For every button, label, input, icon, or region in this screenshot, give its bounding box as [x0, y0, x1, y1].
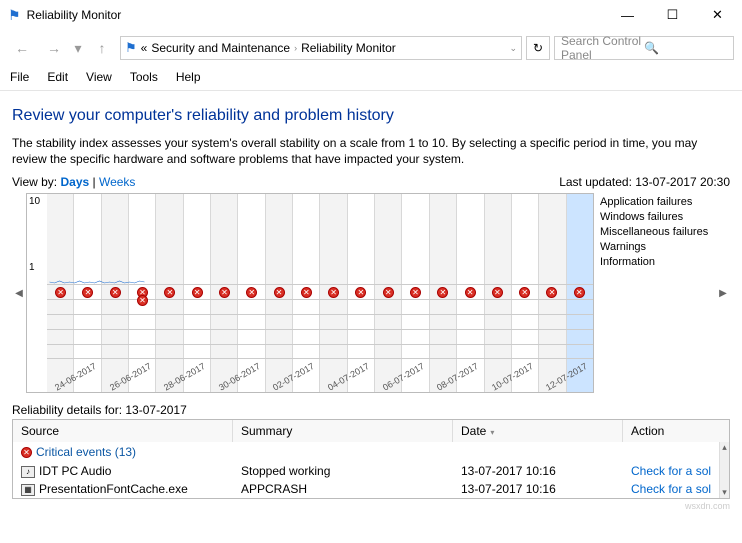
row-action-link[interactable]: Check for a sol: [623, 462, 719, 480]
details-header: Reliability details for: 13-07-2017: [12, 403, 730, 417]
title-bar: ⚑ Reliability Monitor — ☐ ✕: [0, 0, 742, 30]
chart-scroll-right[interactable]: ▶: [716, 193, 730, 393]
error-icon: ✕: [110, 287, 121, 298]
col-source[interactable]: Source: [13, 420, 233, 442]
error-icon: ✕: [246, 287, 257, 298]
details-table: Source Summary Date▾ Action ✕ Critical e…: [12, 419, 730, 499]
breadcrumb-root[interactable]: «: [141, 41, 148, 55]
history-dropdown[interactable]: ▾: [72, 34, 84, 62]
error-icon: ✕: [219, 287, 230, 298]
error-icon: ✕: [82, 287, 93, 298]
row-source: IDT PC Audio: [39, 464, 111, 478]
menu-bar: File Edit View Tools Help: [0, 66, 742, 91]
window-controls: — ☐ ✕: [605, 0, 740, 30]
view-row: View by: Days | Weeks Last updated: 13-0…: [12, 175, 730, 189]
search-placeholder: Search Control Panel: [561, 34, 644, 62]
error-icon: ✕: [274, 287, 285, 298]
error-icon: ✕: [383, 287, 394, 298]
app-icon: ⚑: [8, 7, 21, 24]
menu-file[interactable]: File: [10, 70, 29, 84]
chart-scroll-left[interactable]: ◀: [12, 193, 26, 393]
error-icon: ✕: [192, 287, 203, 298]
error-icon: ✕: [301, 287, 312, 298]
legend-misc-failures: Miscellaneous failures: [600, 225, 716, 240]
y-axis: 10 1: [29, 196, 40, 207]
row-summary: Stopped working: [233, 462, 453, 480]
row-date: 13-07-2017 10:16: [453, 480, 623, 498]
table-header: Source Summary Date▾ Action: [13, 420, 729, 442]
flag-icon: ⚑: [125, 40, 137, 56]
error-icon: ✕: [328, 287, 339, 298]
view-weeks-link[interactable]: Weeks: [99, 175, 135, 189]
app-file-icon: ♪: [21, 466, 35, 478]
error-icon: ✕: [519, 287, 530, 298]
sort-indicator: ▾: [490, 428, 494, 437]
menu-edit[interactable]: Edit: [47, 70, 68, 84]
table-scrollbar[interactable]: ▴▾: [719, 442, 729, 498]
error-icon: ✕: [164, 287, 175, 298]
group-critical-events[interactable]: ✕ Critical events (13): [13, 442, 719, 462]
window-title: Reliability Monitor: [27, 8, 605, 22]
minimize-button[interactable]: —: [605, 0, 650, 30]
refresh-button[interactable]: ↻: [526, 36, 550, 60]
reliability-chart[interactable]: 10 1 ✕✕✕✕✕✕✕✕✕✕✕✕✕✕✕✕✕✕✕✕✕ 24-06-201726-…: [26, 193, 594, 393]
legend-windows-failures: Windows failures: [600, 210, 716, 225]
row-date: 13-07-2017 10:16: [453, 462, 623, 480]
error-icon: ✕: [546, 287, 557, 298]
scroll-up-icon[interactable]: ▴: [722, 442, 727, 453]
row-source: PresentationFontCache.exe: [39, 482, 188, 496]
event-grid: ✕✕✕✕✕✕✕✕✕✕✕✕✕✕✕✕✕✕✕✕✕: [47, 284, 593, 359]
close-button[interactable]: ✕: [695, 0, 740, 30]
viewby-label: View by:: [12, 175, 57, 189]
nav-bar: ← → ▾ ↑ ⚑ « Security and Maintenance › R…: [0, 30, 742, 66]
row-action-link[interactable]: Check for a sol: [623, 480, 719, 498]
error-icon: ✕: [574, 287, 585, 298]
menu-help[interactable]: Help: [176, 70, 201, 84]
app-file-icon: ▦: [21, 484, 35, 496]
page-description: The stability index assesses your system…: [12, 135, 730, 167]
view-days-link[interactable]: Days: [60, 175, 89, 189]
col-date[interactable]: Date▾: [453, 420, 623, 442]
legend-warnings: Warnings: [600, 240, 716, 255]
breadcrumb-item-reliability[interactable]: Reliability Monitor: [301, 41, 396, 55]
forward-button[interactable]: →: [40, 34, 68, 62]
error-icon: ✕: [55, 287, 66, 298]
back-button[interactable]: ←: [8, 34, 36, 62]
error-icon: ✕: [21, 447, 32, 458]
search-icon[interactable]: 🔍: [644, 41, 727, 55]
menu-tools[interactable]: Tools: [130, 70, 158, 84]
search-input[interactable]: Search Control Panel 🔍: [554, 36, 734, 60]
maximize-button[interactable]: ☐: [650, 0, 695, 30]
scroll-down-icon[interactable]: ▾: [722, 487, 727, 498]
x-axis: 24-06-201726-06-201728-06-201730-06-2017…: [47, 380, 593, 390]
breadcrumb-item-security[interactable]: Security and Maintenance: [151, 41, 290, 55]
legend-information: Information: [600, 255, 716, 270]
last-updated: Last updated: 13-07-2017 20:30: [559, 175, 730, 189]
table-row[interactable]: ♪ IDT PC Audio Stopped working 13-07-2017…: [13, 462, 719, 480]
legend-app-failures: Application failures: [600, 195, 716, 210]
error-icon: ✕: [410, 287, 421, 298]
page-heading: Review your computer's reliability and p…: [12, 107, 730, 125]
breadcrumb[interactable]: ⚑ « Security and Maintenance › Reliabili…: [120, 36, 522, 60]
up-button[interactable]: ↑: [88, 34, 116, 62]
error-icon: ✕: [465, 287, 476, 298]
watermark: wsxdn.com: [12, 501, 730, 511]
chart-wrap: ◀ 10 1 ✕✕✕✕✕✕✕✕✕✕✕✕✕✕✕✕✕✕✕✕✕ 24-06-20172…: [12, 193, 730, 393]
col-summary[interactable]: Summary: [233, 420, 453, 442]
row-summary: APPCRASH: [233, 480, 453, 498]
chevron-right-icon: ›: [294, 43, 297, 53]
chart-legend: Application failures Windows failures Mi…: [594, 193, 716, 393]
error-icon: ✕: [137, 295, 148, 306]
error-icon: ✕: [437, 287, 448, 298]
content-area: Review your computer's reliability and p…: [0, 91, 742, 517]
error-icon: ✕: [355, 287, 366, 298]
col-action[interactable]: Action: [623, 420, 729, 442]
error-icon: ✕: [492, 287, 503, 298]
group-label: Critical events (13): [36, 445, 136, 459]
ytick-1: 1: [29, 262, 35, 273]
ytick-10: 10: [29, 196, 40, 207]
chevron-down-icon[interactable]: ⌄: [509, 43, 517, 54]
table-row[interactable]: ▦ PresentationFontCache.exe APPCRASH 13-0…: [13, 480, 719, 498]
menu-view[interactable]: View: [86, 70, 112, 84]
